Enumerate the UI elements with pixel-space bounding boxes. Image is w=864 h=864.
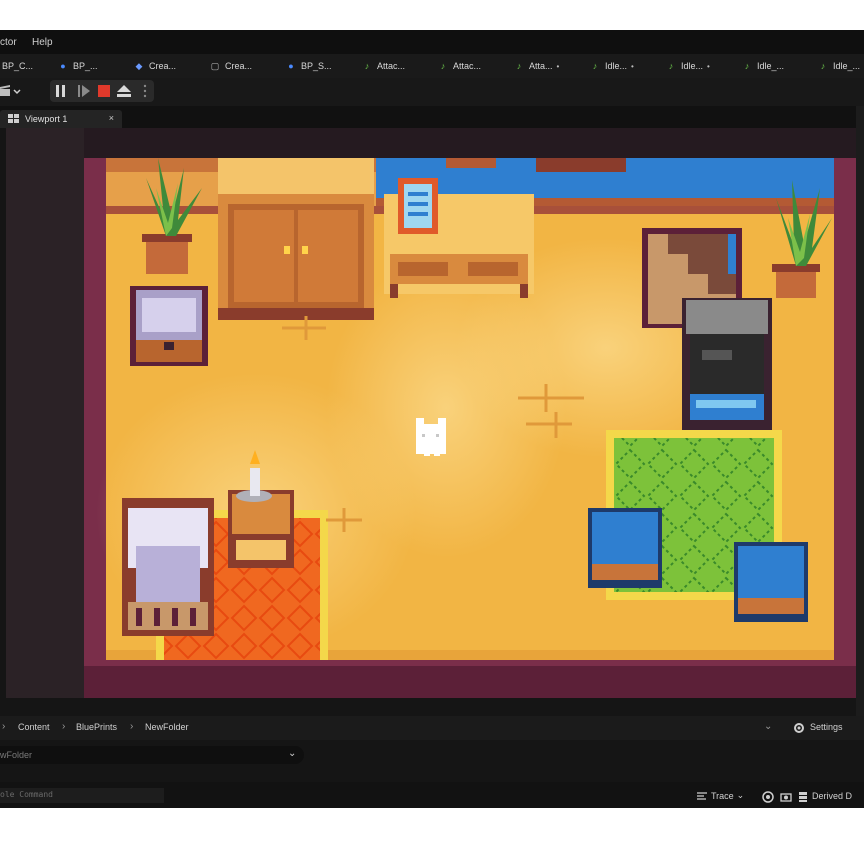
unreal-editor-window: ctor Help BP_C... ● BP_... ◆ Crea... ▢ Crea...…	[0, 30, 864, 808]
animation-icon: ♪	[668, 61, 674, 71]
chevron-right-icon: ›	[2, 721, 6, 732]
menu-item-help[interactable]: Help	[32, 37, 53, 48]
chevron-right-icon: ›	[130, 721, 134, 732]
derived-data-icon	[799, 792, 807, 802]
asset-tab-label: BP_S...	[301, 61, 332, 71]
close-icon[interactable]: ×	[109, 113, 114, 123]
camera-icon[interactable]	[780, 791, 792, 803]
storage-chest	[130, 286, 208, 366]
right-panel-edge	[856, 106, 864, 716]
game-viewport[interactable]	[6, 128, 856, 698]
pixel-room-scene	[6, 128, 856, 698]
asset-tab-bar: BP_C... ● BP_... ◆ Crea... ▢ Crea... ● BP_S... ♪ A…	[0, 54, 864, 79]
folder-path-field[interactable]: wFolder ⌄	[0, 746, 304, 764]
character-icon: ●	[60, 61, 66, 71]
asset-tab-label: Atta...	[529, 61, 553, 71]
stove	[682, 298, 772, 436]
path-row: wFolder ⌄	[0, 742, 864, 768]
animation-icon: ♪	[744, 61, 750, 71]
asset-tab[interactable]: ♪ Atta... •	[514, 54, 560, 78]
chevron-down-icon: ⌄	[736, 790, 745, 800]
status-bar: ole Command Trace ⌄ Derived D	[0, 782, 864, 808]
platforms-dropdown[interactable]	[0, 81, 26, 101]
chevron-down-icon[interactable]: ⌄	[288, 748, 296, 759]
asset-tab[interactable]: ▢ Crea...	[210, 54, 252, 78]
asset-tab[interactable]: ♪ Attac...	[362, 54, 405, 78]
asset-tab-label: Idle_...	[833, 61, 861, 71]
step-button[interactable]	[78, 85, 90, 97]
animation-icon: ♪	[440, 61, 446, 71]
asset-tab[interactable]: ♪ Idle_...	[742, 54, 784, 78]
viewport-tab-label: Viewport 1	[25, 114, 68, 124]
asset-tab-label: Idle_...	[757, 61, 785, 71]
asset-tab-label: Crea...	[225, 61, 253, 71]
asset-tab[interactable]: ♪ Idle... •	[590, 54, 634, 78]
asset-tab-label: Crea...	[149, 61, 177, 71]
breadcrumb-blueprints[interactable]: BluePrints	[76, 722, 117, 732]
asset-tab[interactable]: ● BP_...	[58, 54, 98, 78]
asset-tab[interactable]: ◆ Crea...	[134, 54, 176, 78]
animation-icon: ♪	[364, 61, 370, 71]
animation-icon: ♪	[592, 61, 598, 71]
asset-tab[interactable]: ♪ Attac...	[438, 54, 481, 78]
asset-tab[interactable]: BP_C...	[2, 54, 33, 78]
asset-tab[interactable]: ♪ Idle_...	[818, 54, 860, 78]
stool-left	[588, 508, 662, 588]
pause-button[interactable]	[56, 85, 65, 97]
play-controls	[50, 80, 154, 102]
trace-label: Trace	[711, 790, 734, 801]
viewport-tab-row: Viewport 1 ×	[0, 106, 864, 128]
wardrobe	[218, 158, 374, 320]
desk	[384, 178, 534, 298]
unsaved-dot-icon: •	[631, 61, 634, 71]
derived-data-button[interactable]: Derived D	[812, 791, 852, 801]
asset-tab[interactable]: ♪ Idle... •	[666, 54, 710, 78]
more-options-icon[interactable]	[143, 84, 147, 98]
stop-button[interactable]	[98, 85, 110, 97]
breadcrumb-newfolder[interactable]: NewFolder	[145, 722, 189, 732]
unsaved-dot-icon: •	[707, 61, 710, 71]
animation-icon: ♪	[516, 61, 522, 71]
tab-viewport[interactable]: Viewport 1 ×	[0, 110, 122, 128]
settings-button[interactable]: Settings	[810, 722, 843, 732]
folder-path-value: wFolder	[0, 750, 33, 760]
menu-bar: ctor Help	[0, 30, 864, 54]
asset-tab-label: Idle...	[681, 61, 704, 71]
console-placeholder: ole Command	[0, 790, 53, 799]
asset-tab-label: Attac...	[377, 61, 406, 71]
asset-tab-label: BP_C...	[2, 61, 34, 71]
viewport-icon	[8, 114, 19, 123]
breadcrumb-content[interactable]: Content	[18, 722, 50, 732]
trace-icon	[697, 791, 707, 800]
chevron-down-icon[interactable]: ⌄	[764, 721, 772, 732]
record-icon[interactable]	[762, 791, 774, 803]
creature-icon: ◆	[135, 61, 143, 71]
asset-tab-label: Idle...	[605, 61, 628, 71]
content-browser-bar: › Content › BluePrints › NewFolder ⌄ Set…	[0, 716, 864, 740]
eject-button[interactable]	[117, 85, 131, 97]
asset-tab[interactable]: ● BP_S...	[286, 54, 332, 78]
chevron-right-icon: ›	[62, 721, 66, 732]
unsaved-dot-icon: •	[556, 61, 560, 71]
animation-icon: ♪	[820, 61, 826, 71]
stool-right	[734, 542, 808, 622]
asset-tab-label: BP_...	[73, 61, 98, 71]
gear-icon	[794, 723, 804, 733]
flipbook-icon: ▢	[210, 61, 220, 71]
character-icon: ●	[288, 61, 294, 71]
bed	[122, 498, 214, 636]
toolbar	[0, 78, 864, 106]
console-command-input[interactable]: ole Command	[0, 788, 164, 803]
trace-dropdown[interactable]: Trace ⌄	[696, 788, 744, 803]
asset-tab-label: Attac...	[453, 61, 482, 71]
menu-item-director[interactable]: ctor	[0, 37, 17, 48]
clapperboard-icon	[0, 85, 21, 96]
